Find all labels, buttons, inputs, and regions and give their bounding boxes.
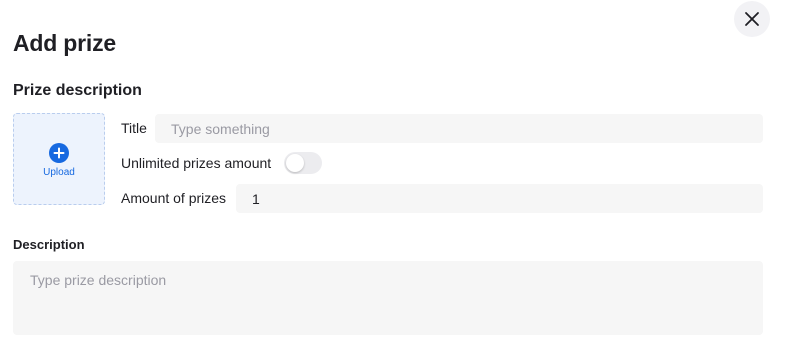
amount-of-prizes-input[interactable]	[236, 184, 763, 213]
title-input[interactable]	[155, 114, 763, 143]
dialog-title: Add prize	[13, 30, 116, 56]
add-prize-dialog: Add prize Prize description Upload Title…	[0, 0, 785, 344]
description-heading: Description	[13, 237, 85, 252]
plus-circle-icon	[49, 143, 69, 163]
upload-label: Upload	[43, 167, 75, 178]
amount-of-prizes-label: Amount of prizes	[121, 190, 227, 206]
toggle-knob	[286, 154, 304, 172]
unlimited-prizes-label: Unlimited prizes amount	[121, 155, 272, 171]
title-label: Title	[121, 120, 147, 136]
prize-description-heading: Prize description	[13, 82, 142, 99]
description-textarea[interactable]	[13, 261, 763, 335]
upload-image-button[interactable]: Upload	[13, 113, 105, 205]
close-icon	[744, 11, 760, 27]
unlimited-prizes-toggle[interactable]	[284, 152, 322, 174]
close-button[interactable]	[734, 1, 770, 37]
